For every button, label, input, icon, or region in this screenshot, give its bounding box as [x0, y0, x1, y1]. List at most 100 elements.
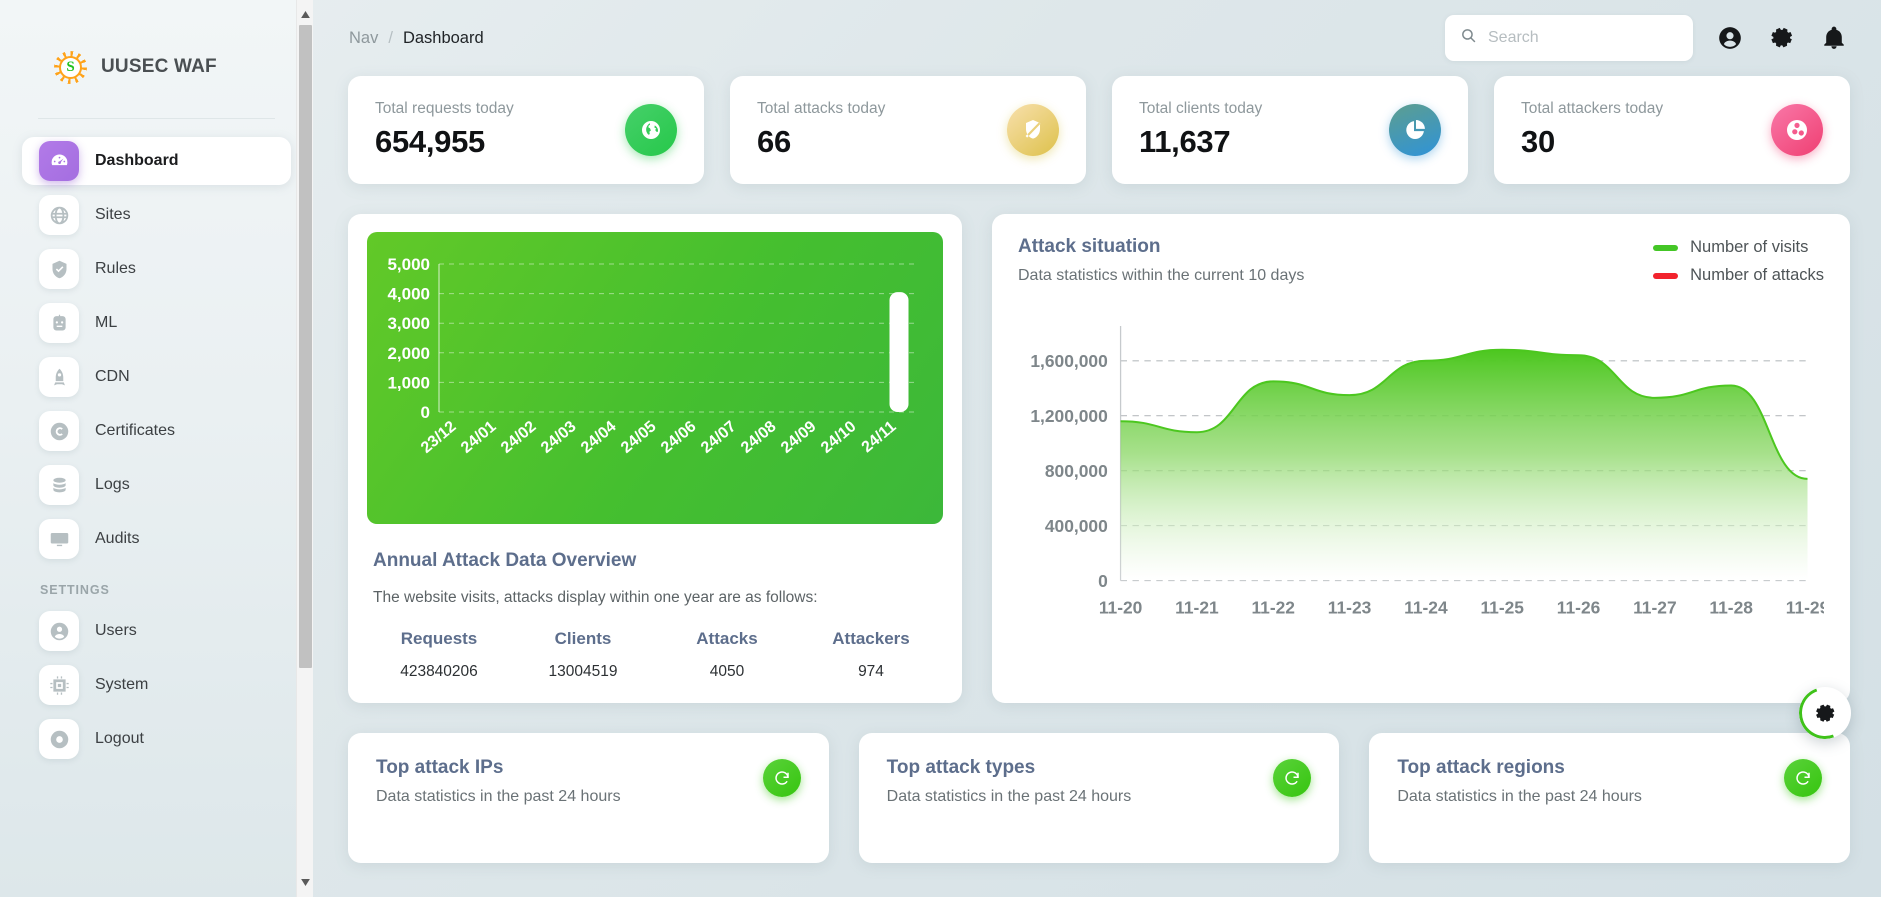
sidebar-item-label: CDN	[95, 368, 130, 385]
brand-logo[interactable]: S UUSEC WAF	[0, 0, 313, 96]
svg-text:24/03: 24/03	[538, 418, 580, 457]
stat-value: 11,637	[1139, 124, 1231, 159]
column-value: 13004519	[548, 663, 618, 680]
attack-situation-title: Attack situation	[1018, 236, 1161, 257]
search-input[interactable]	[1488, 29, 1678, 47]
pie-chart-icon	[1389, 104, 1441, 156]
breadcrumb-root[interactable]: Nav	[349, 29, 378, 48]
sidebar-item-sites[interactable]: Sites	[22, 191, 291, 239]
card-title: Top attack regions	[1397, 757, 1565, 778]
power-icon	[39, 719, 79, 759]
top-attack-ips-card: Top attack IPs Data statistics in the pa…	[348, 733, 829, 863]
sidebar-item-logout[interactable]: Logout	[22, 715, 291, 763]
breadcrumb-current: Dashboard	[402, 28, 484, 47]
cpu-chip-icon	[39, 665, 79, 705]
sidebar-item-rules[interactable]: Rules	[22, 245, 291, 293]
top-attack-regions-card: Top attack regions Data statistics in th…	[1369, 733, 1851, 863]
search-box[interactable]	[1445, 15, 1693, 61]
column-header: Requests	[400, 629, 478, 648]
legend-swatch	[1653, 244, 1679, 251]
sidebar-item-label: Logs	[95, 476, 130, 493]
user-circle-icon	[39, 611, 79, 651]
svg-text:24/09: 24/09	[778, 418, 820, 457]
svg-text:400,000: 400,000	[1045, 516, 1108, 536]
sidebar-item-certificates[interactable]: Certificates	[22, 407, 291, 455]
scroll-down-arrow-icon[interactable]	[297, 874, 313, 891]
svg-text:11-24: 11-24	[1404, 598, 1448, 618]
svg-text:24/10: 24/10	[818, 418, 860, 457]
stat-label: Total requests today	[375, 100, 514, 117]
attack-situation-area-chart: 0 400,000 800,000 1,200,000 1,600,000 11-20 11…	[1018, 302, 1824, 654]
stat-label: Total clients today	[1139, 100, 1263, 117]
search-icon	[1460, 27, 1477, 49]
svg-text:1,000: 1,000	[387, 373, 430, 392]
column-header: Clients	[554, 629, 612, 648]
refresh-icon[interactable]	[762, 759, 801, 797]
svg-text:1,200,000: 1,200,000	[1030, 406, 1107, 426]
svg-text:0: 0	[1098, 571, 1108, 591]
sidebar-item-label: Dashboard	[95, 152, 179, 169]
breadcrumb-separator: /	[388, 28, 393, 47]
refresh-icon[interactable]	[1273, 759, 1312, 797]
stat-value: 654,955	[375, 124, 485, 159]
svg-text:800,000: 800,000	[1045, 461, 1108, 481]
certificate-icon	[39, 411, 79, 451]
bell-icon[interactable]	[1819, 23, 1849, 53]
stat-card-total-attackers: Total attackers today 30	[1494, 76, 1850, 184]
column-value: 423840206	[400, 663, 478, 680]
stat-label: Total attacks today	[757, 100, 886, 117]
breadcrumb: Nav / Dashboard	[349, 29, 484, 48]
sidebar-item-cdn[interactable]: CDN	[22, 353, 291, 401]
sidebar-item-label: Users	[95, 622, 137, 639]
attack-situation-header: Attack situation Data statistics within …	[1018, 236, 1824, 294]
refresh-icon[interactable]	[1784, 759, 1823, 797]
legend-item-attacks[interactable]: Number of attacks	[1653, 266, 1824, 285]
brand-name: UUSEC WAF	[101, 56, 217, 77]
svg-text:1,600,000: 1,600,000	[1030, 351, 1107, 371]
column-header: Attacks	[696, 629, 758, 648]
svg-text:24/02: 24/02	[498, 418, 540, 457]
legend-label: Number of visits	[1690, 238, 1809, 256]
account-circle-icon[interactable]	[1715, 23, 1745, 53]
chart-legend: Number of visits Number of attacks	[1653, 236, 1824, 294]
svg-text:24/05: 24/05	[618, 418, 660, 457]
svg-text:5,000: 5,000	[387, 255, 430, 274]
shield-slash-icon	[1007, 104, 1059, 156]
card-title: Top attack types	[886, 757, 1036, 778]
svg-text:24/08: 24/08	[738, 418, 780, 457]
sidebar-item-ml[interactable]: ML	[22, 299, 291, 347]
sidebar-item-logs[interactable]: Logs	[22, 461, 291, 509]
stat-cards: Total requests today 654,955 Total attac…	[313, 76, 1881, 184]
top-bar-actions	[1445, 15, 1849, 61]
svg-text:11-29: 11-29	[1786, 598, 1824, 618]
sidebar-scrollbar-thumb[interactable]	[299, 25, 312, 668]
gear-icon[interactable]	[1767, 23, 1797, 53]
sidebar-item-system[interactable]: System	[22, 661, 291, 709]
floating-settings-button[interactable]	[1799, 687, 1851, 739]
scroll-up-arrow-icon[interactable]	[297, 6, 313, 23]
svg-text:24/06: 24/06	[658, 418, 700, 457]
annual-bar-chart: 0 1,000 2,000 3,000 4,000 5,000 23/12 24/01 24/0…	[367, 232, 943, 524]
svg-text:11-28: 11-28	[1709, 598, 1753, 618]
database-icon	[39, 465, 79, 505]
svg-text:11-20: 11-20	[1099, 598, 1143, 618]
sidebar-nav: Dashboard Sites Rules ML CDN Certificate…	[0, 119, 313, 763]
card-subtitle: Data statistics in the past 24 hours	[1397, 788, 1642, 805]
sidebar-item-dashboard[interactable]: Dashboard	[22, 137, 291, 185]
attack-situation-panel: Attack situation Data statistics within …	[992, 214, 1850, 703]
column-value: 4050	[709, 663, 745, 680]
annual-overview-title: Annual Attack Data Overview	[373, 550, 637, 571]
sidebar-item-label: Sites	[95, 206, 131, 223]
top-bar: Nav / Dashboard	[313, 0, 1881, 76]
top-attack-types-card: Top attack types Data statistics in the …	[858, 733, 1340, 863]
legend-item-visits[interactable]: Number of visits	[1653, 238, 1824, 257]
legend-label: Number of attacks	[1690, 266, 1824, 284]
gear-icon	[1815, 704, 1834, 722]
main-content: Nav / Dashboard Tota	[313, 0, 1881, 897]
sidebar-scrollbar[interactable]	[296, 0, 313, 897]
sidebar-item-audits[interactable]: Audits	[22, 515, 291, 563]
stat-card-total-requests: Total requests today 654,955	[348, 76, 704, 184]
sidebar-item-users[interactable]: Users	[22, 607, 291, 655]
gauge-icon	[39, 141, 79, 181]
svg-text:0: 0	[421, 403, 430, 422]
